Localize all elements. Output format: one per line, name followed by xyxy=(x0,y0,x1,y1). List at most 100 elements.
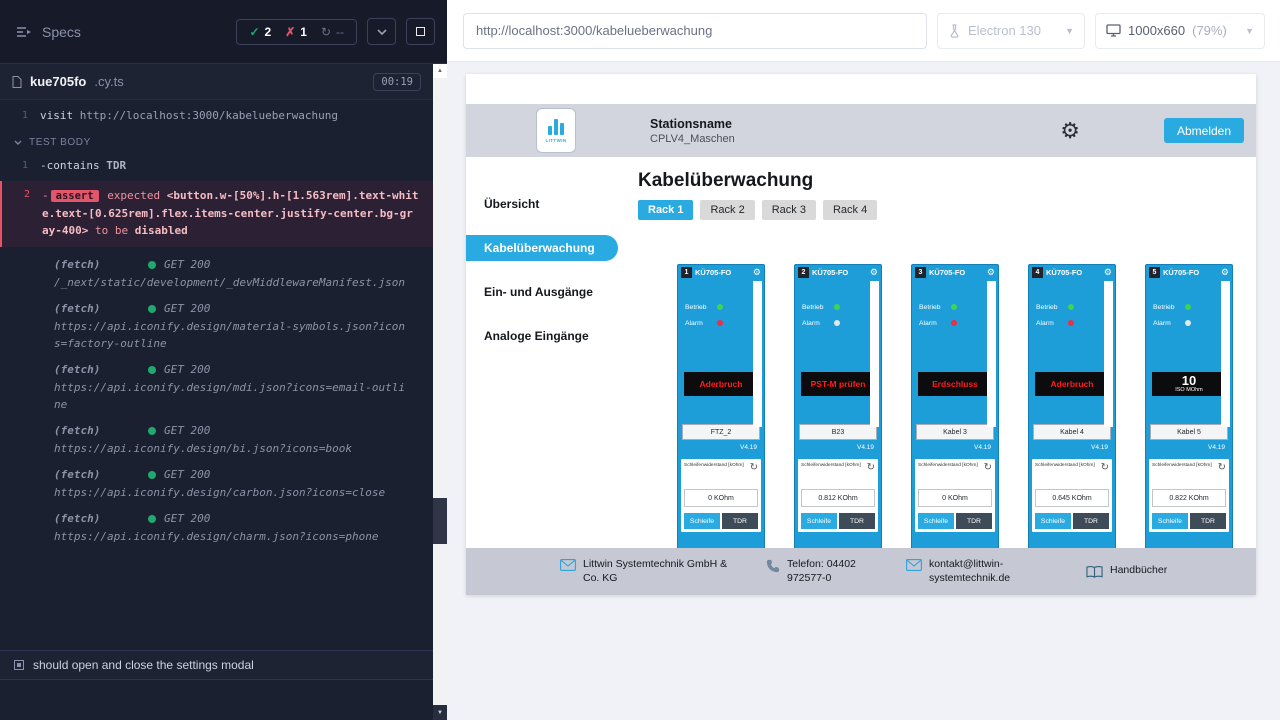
refresh-icon[interactable]: ↻ xyxy=(867,463,875,473)
card-gear-icon[interactable]: ⚙ xyxy=(753,268,761,277)
fetch-log-entry[interactable]: (fetch) GET 200 https://api.iconify.desi… xyxy=(0,457,433,501)
sidebar-item-1[interactable]: Kabelüberwachung xyxy=(466,235,618,261)
x-icon: ✗ xyxy=(285,25,295,39)
command-arg: http://localhost:3000/kabelueberwachung xyxy=(80,109,338,122)
assert-badge: assert xyxy=(51,190,99,202)
collapse-panel-button[interactable] xyxy=(367,18,396,45)
stat-passed: ✓2 xyxy=(249,25,271,39)
logout-button[interactable]: Abmelden xyxy=(1164,118,1244,143)
reporter-scrollbar[interactable]: ▲ ▼ xyxy=(433,64,447,720)
card-number: 3 xyxy=(915,267,926,278)
scroll-down-arrow-icon[interactable]: ▼ xyxy=(433,705,447,720)
status-display: PST-M prüfen xyxy=(801,372,875,396)
cable-name-input[interactable]: Kabel 5 xyxy=(1150,424,1228,440)
card-gear-icon[interactable]: ⚙ xyxy=(1104,268,1112,277)
specs-menu-button[interactable]: Specs xyxy=(16,24,81,40)
schleife-button[interactable]: Schleife xyxy=(801,513,837,529)
rack-tab-0[interactable]: Rack 1 xyxy=(638,200,693,220)
card-side-strip xyxy=(1221,281,1230,427)
fetch-log-entry[interactable]: (fetch) GET 200 https://api.iconify.desi… xyxy=(0,413,433,457)
alarm-label: Alarm xyxy=(919,320,946,327)
tdr-button[interactable]: TDR xyxy=(1190,513,1226,529)
scroll-up-arrow-icon[interactable]: ▲ xyxy=(433,64,447,78)
cypress-runner-panel: Specs ✓2 ✗1 ↻-- kue705fo.cy.ts 00:19 1 v… xyxy=(0,0,447,720)
success-dot-icon xyxy=(148,427,156,435)
fetch-label: (fetch) xyxy=(54,363,140,376)
test-stats[interactable]: ✓2 ✗1 ↻-- xyxy=(236,19,357,45)
tdr-button[interactable]: TDR xyxy=(1073,513,1109,529)
aut-canvas: LITTWIN Stationsname CPLV4_Maschen ⚙ Abm… xyxy=(447,62,1280,720)
card-title: KÜ705-FO xyxy=(1046,268,1101,277)
rack-tab-1[interactable]: Rack 2 xyxy=(700,200,754,220)
fetch-log-entry[interactable]: (fetch) GET 200 https://api.iconify.desi… xyxy=(0,291,433,352)
fetch-status: GET 200 xyxy=(164,258,210,271)
fetch-url: https://api.iconify.design/charm.json?ic… xyxy=(54,528,419,545)
fetch-status: GET 200 xyxy=(164,363,210,376)
fetch-log-entry[interactable]: (fetch) GET 200 /_next/static/developmen… xyxy=(0,247,433,291)
cable-name-input[interactable]: B23 xyxy=(799,424,877,440)
firmware-version: V4.19 xyxy=(1146,444,1232,451)
stop-tests-button[interactable] xyxy=(406,18,435,45)
refresh-icon[interactable]: ↻ xyxy=(1218,463,1226,473)
cable-name-input[interactable]: FTZ_2 xyxy=(682,424,760,440)
resistance-label: Schleifenwiderstand [kOhm] xyxy=(801,463,861,468)
app-footer: Littwin Systemtechnik GmbH & Co. KG Tele… xyxy=(466,548,1256,595)
sidebar-item-0[interactable]: Übersicht xyxy=(466,191,618,217)
card-gear-icon[interactable]: ⚙ xyxy=(870,268,878,277)
contains-command[interactable]: 1 -contains TDR xyxy=(0,155,433,177)
app-body: Übersicht Kabelüberwachung Ein- und Ausg… xyxy=(466,157,1256,548)
tdr-button[interactable]: TDR xyxy=(722,513,758,529)
sidebar-item-2[interactable]: Ein- und Ausgänge xyxy=(466,279,618,305)
resistance-value: 0 KOhm xyxy=(918,489,992,507)
chevron-down-icon xyxy=(377,29,387,35)
card-side-strip xyxy=(753,281,762,427)
schleife-button[interactable]: Schleife xyxy=(918,513,954,529)
resistance-value: 0.812 KOhm xyxy=(801,489,875,507)
scrollbar-thumb[interactable] xyxy=(433,498,447,544)
alarm-led xyxy=(834,320,840,326)
cable-name-input[interactable]: Kabel 3 xyxy=(916,424,994,440)
test-title: should open and close the settings modal xyxy=(33,658,254,672)
refresh-icon[interactable]: ↻ xyxy=(1101,463,1109,473)
betrieb-label: Betrieb xyxy=(685,304,712,311)
sidebar-item-3[interactable]: Analoge Eingänge xyxy=(466,323,618,349)
collapsed-test-row[interactable]: should open and close the settings modal xyxy=(0,650,433,680)
refresh-icon[interactable]: ↻ xyxy=(984,463,992,473)
footer-manuals[interactable]: Handbücher xyxy=(1086,564,1167,579)
fetch-url: https://api.iconify.design/mdi.json?icon… xyxy=(54,379,419,413)
schleife-button[interactable]: Schleife xyxy=(1035,513,1071,529)
viewport-zoom: (79%) xyxy=(1192,23,1227,38)
schleife-button[interactable]: Schleife xyxy=(684,513,720,529)
failed-assert-log[interactable]: 2 -assert expected <button.w-[50%].h-[1.… xyxy=(0,181,433,247)
fetch-log: (fetch) GET 200 /_next/static/developmen… xyxy=(0,247,433,545)
footer-email[interactable]: kontakt@littwin-systemtechnik.de xyxy=(906,558,1086,584)
device-card-2: 3 KÜ705-FO ⚙ Betrieb Alarm Erdschluss Ka… xyxy=(911,264,999,548)
fetch-url: /_next/static/development/_devMiddleware… xyxy=(54,274,419,291)
visit-command[interactable]: 1 visit http://localhost:3000/kabelueber… xyxy=(0,105,433,127)
schleife-button[interactable]: Schleife xyxy=(1152,513,1188,529)
spec-header[interactable]: kue705fo.cy.ts 00:19 xyxy=(0,64,433,100)
tdr-button[interactable]: TDR xyxy=(839,513,875,529)
url-input[interactable] xyxy=(463,13,927,49)
betrieb-led xyxy=(717,304,723,310)
refresh-icon[interactable]: ↻ xyxy=(750,463,758,473)
browser-select[interactable]: Electron 130 ▼ xyxy=(937,13,1085,49)
scrollbar-track[interactable] xyxy=(433,78,447,705)
fetch-log-entry[interactable]: (fetch) GET 200 https://api.iconify.desi… xyxy=(0,352,433,413)
card-number: 1 xyxy=(681,267,692,278)
cable-name-input[interactable]: Kabel 4 xyxy=(1033,424,1111,440)
rack-tab-2[interactable]: Rack 3 xyxy=(762,200,816,220)
measurement-panel: Schleifenwiderstand [kOhm] ↻ 0 KOhm Schl… xyxy=(681,459,761,532)
tdr-button[interactable]: TDR xyxy=(956,513,992,529)
fetch-log-entry[interactable]: (fetch) GET 200 https://api.iconify.desi… xyxy=(0,501,433,545)
settings-gear-icon[interactable]: ⚙ xyxy=(1060,120,1080,142)
resistance-label: Schleifenwiderstand [kOhm] xyxy=(1152,463,1212,468)
card-gear-icon[interactable]: ⚙ xyxy=(987,268,995,277)
specs-list-icon xyxy=(16,26,33,38)
viewport-select[interactable]: 1000x660 (79%) ▼ xyxy=(1095,13,1265,49)
status-text: Aderbruch xyxy=(700,379,743,389)
test-body-section[interactable]: TEST BODY xyxy=(0,127,433,155)
rack-tab-3[interactable]: Rack 4 xyxy=(823,200,877,220)
card-side-strip xyxy=(987,281,996,427)
card-gear-icon[interactable]: ⚙ xyxy=(1221,268,1229,277)
